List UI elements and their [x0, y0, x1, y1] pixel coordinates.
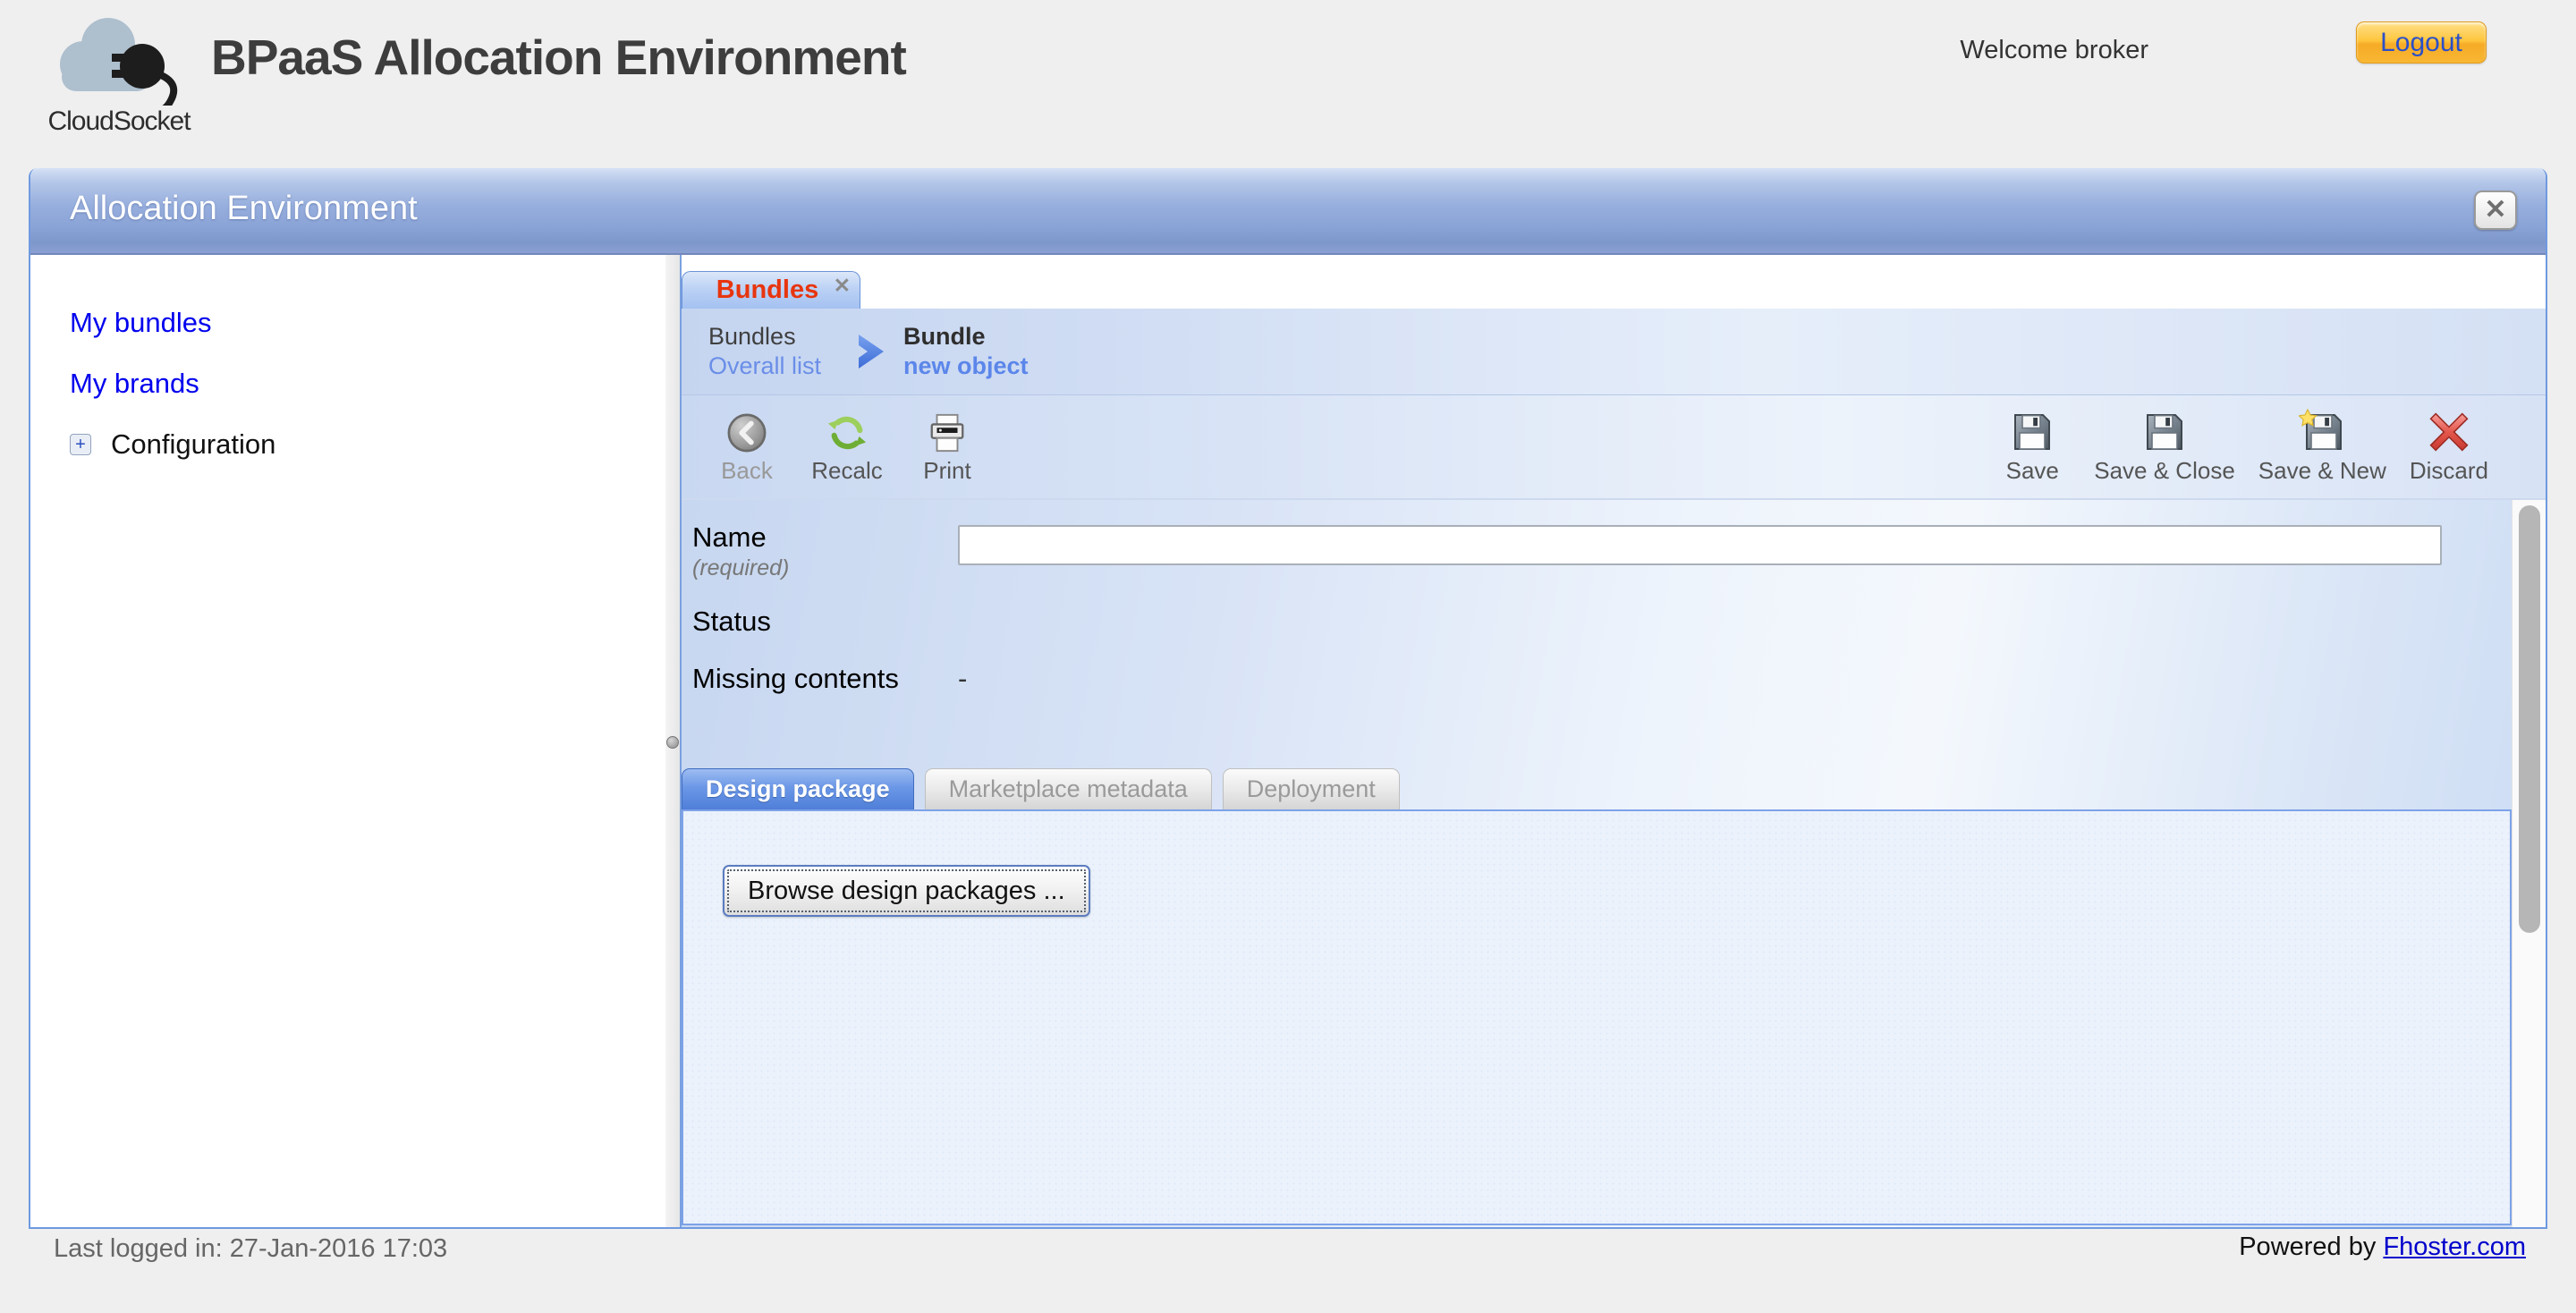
panel-title: Allocation Environment	[70, 190, 418, 228]
powered-by: Powered by Fhoster.com	[2239, 1233, 2526, 1262]
name-label: Name	[692, 521, 767, 554]
breadcrumb-entity: Bundle	[903, 325, 1029, 349]
name-input[interactable]	[958, 525, 2442, 565]
tab-deployment[interactable]: Deployment	[1223, 768, 1400, 809]
app-title: BPaaS Allocation Environment	[211, 29, 906, 86]
sidebar-item-label: Configuration	[111, 428, 275, 461]
save-and-new-button[interactable]: Save & New	[2258, 409, 2386, 485]
save-button[interactable]: Save	[1994, 409, 2071, 485]
chevron-right-icon	[857, 329, 887, 374]
expand-plus-icon[interactable]: +	[70, 434, 91, 455]
tab-design-package[interactable]: Design package	[682, 768, 914, 809]
save-and-new-label: Save & New	[2258, 457, 2386, 485]
workspace: Bundles ✕ Bundles Overall list	[680, 255, 2546, 1227]
last-login-text: Last logged in: 27-Jan-2016 17:03	[54, 1234, 447, 1264]
splitter-handle-icon[interactable]	[666, 736, 679, 749]
floppy-disk-star-icon	[2299, 409, 2345, 453]
logout-button[interactable]: Logout	[2356, 21, 2487, 64]
document-tabbar: Bundles ✕	[682, 255, 2546, 309]
sidebar: My bundles My brands + Configuration	[30, 255, 665, 1227]
bundle-form: Name (required) Status Missing contents …	[682, 500, 2512, 1227]
recalc-label: Recalc	[811, 457, 882, 485]
breadcrumb-view-link[interactable]: Overall list	[708, 354, 821, 378]
breadcrumb-level-1[interactable]: Bundles Overall list	[708, 325, 821, 378]
panel-header: Allocation Environment ✕	[30, 168, 2546, 255]
tab-bundles[interactable]: Bundles ✕	[682, 271, 860, 309]
floppy-disk-icon	[2143, 409, 2186, 453]
recalc-button[interactable]: Recalc	[809, 409, 886, 485]
printer-icon	[927, 409, 968, 453]
browse-design-packages-button[interactable]: Browse design packages ...	[723, 865, 1090, 917]
print-button[interactable]: Print	[909, 409, 986, 485]
back-label: Back	[721, 457, 773, 485]
sidebar-item-configuration[interactable]: + Configuration	[70, 428, 665, 461]
cloudsocket-logo-label: CloudSocket	[34, 106, 204, 137]
print-label: Print	[923, 457, 970, 485]
breadcrumb-level-2: Bundle new object	[903, 325, 1029, 378]
app-header: CloudSocket BPaaS Allocation Environment…	[0, 0, 2576, 168]
tab-marketplace-metadata[interactable]: Marketplace metadata	[925, 768, 1212, 809]
breadcrumb: Bundles Overall list Bundle new object	[682, 309, 2546, 394]
welcome-text: Welcome broker	[1960, 36, 2148, 65]
back-button[interactable]: Back	[708, 409, 785, 485]
detail-tabstrip: Design package Marketplace metadata Depl…	[682, 768, 1400, 809]
toolbar-right-group: Save Save & Close	[1994, 409, 2488, 485]
panel-close-button[interactable]: ✕	[2474, 191, 2517, 230]
name-required-note: (required)	[692, 555, 789, 581]
status-label: Status	[692, 606, 771, 638]
back-arrow-icon	[726, 409, 767, 453]
save-and-close-button[interactable]: Save & Close	[2094, 409, 2235, 485]
floppy-disk-icon	[2011, 409, 2054, 453]
cloudsocket-logo: CloudSocket	[34, 13, 204, 137]
page: CloudSocket BPaaS Allocation Environment…	[0, 0, 2576, 1313]
design-package-panel: Browse design packages ...	[682, 809, 2512, 1225]
red-cross-icon	[2428, 409, 2470, 453]
missing-contents-value: -	[958, 663, 967, 695]
save-label: Save	[2006, 457, 2059, 485]
form-scroll-region: Name (required) Status Missing contents …	[682, 500, 2546, 1227]
fhoster-link[interactable]: Fhoster.com	[2383, 1233, 2526, 1261]
sidebar-item-my-bundles[interactable]: My bundles	[70, 307, 665, 339]
scrollbar-thumb[interactable]	[2519, 505, 2540, 933]
refresh-icon	[826, 409, 868, 453]
breadcrumb-entity: Bundles	[708, 325, 821, 349]
cloudsocket-cloud-plug-icon	[42, 13, 196, 106]
powered-by-text: Powered by	[2239, 1233, 2376, 1261]
toolbar: Back Recalc	[682, 394, 2546, 500]
discard-button[interactable]: Discard	[2410, 409, 2488, 485]
missing-contents-label: Missing contents	[692, 663, 899, 695]
tab-bundles-label: Bundles	[716, 275, 818, 305]
sidebar-splitter[interactable]	[665, 255, 680, 1227]
sidebar-item-my-brands[interactable]: My brands	[70, 368, 665, 400]
vertical-scrollbar[interactable]	[2512, 500, 2546, 1227]
toolbar-left-group: Back Recalc	[708, 409, 986, 485]
save-and-close-label: Save & Close	[2094, 457, 2235, 485]
tab-close-icon[interactable]: ✕	[834, 274, 851, 298]
discard-label: Discard	[2410, 457, 2488, 485]
breadcrumb-view: new object	[903, 354, 1029, 378]
close-icon: ✕	[2484, 195, 2506, 224]
panel-body: My bundles My brands + Configuration Bun…	[30, 255, 2546, 1227]
allocation-environment-panel: Allocation Environment ✕ My bundles My b…	[29, 168, 2547, 1229]
